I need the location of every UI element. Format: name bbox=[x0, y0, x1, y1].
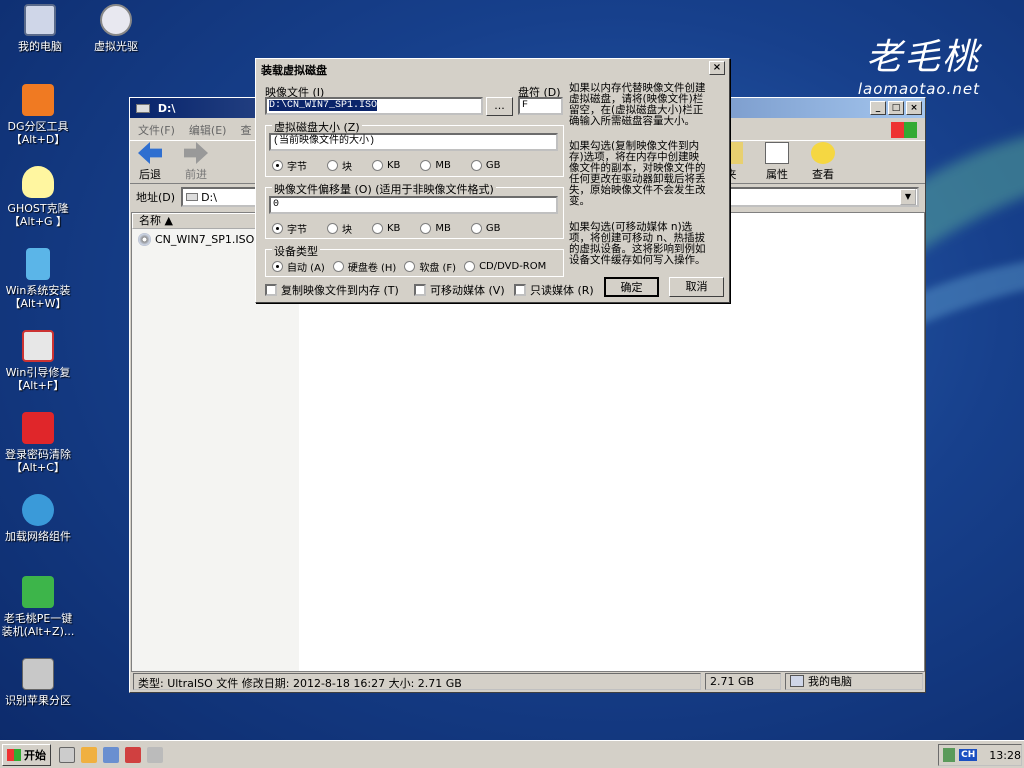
hard-drive-icon bbox=[22, 658, 54, 690]
menu-edit[interactable]: 编辑(E) bbox=[189, 122, 227, 137]
tools-icon[interactable] bbox=[125, 746, 141, 763]
windows-logo-icon bbox=[7, 748, 21, 761]
offset-radio-kb[interactable]: KB bbox=[372, 221, 400, 236]
offset-radio-mb[interactable]: MB bbox=[420, 221, 451, 236]
cancel-button[interactable]: 取消 bbox=[669, 277, 724, 297]
maximize-button[interactable]: □ bbox=[888, 101, 904, 115]
iso-disc-icon bbox=[138, 233, 151, 246]
dialog-title: 装载虚拟磁盘 bbox=[261, 64, 327, 77]
drive-letter-input[interactable]: F bbox=[518, 97, 563, 115]
computer-icon bbox=[790, 675, 804, 687]
removable-media-checkbox[interactable]: 可移动媒体 (V) bbox=[414, 282, 505, 298]
drive-icon bbox=[136, 103, 150, 113]
disk-size-units: 字节 块 KB MB GB bbox=[272, 158, 521, 173]
dialog-titlebar[interactable]: 装载虚拟磁盘 × bbox=[256, 59, 729, 78]
start-button[interactable]: 开始 bbox=[2, 743, 51, 766]
taskbar: 开始 CH 13:28 bbox=[0, 740, 1024, 768]
system-tray: CH 13:28 bbox=[938, 744, 1022, 766]
unit-radio-gb[interactable]: GB bbox=[470, 158, 501, 173]
view-button[interactable]: 查看 bbox=[811, 142, 835, 182]
desktop-icon-virtual-drive[interactable]: 虚拟光驱 bbox=[78, 4, 154, 53]
minimize-button[interactable]: _ bbox=[870, 101, 886, 115]
offset-radio-gb[interactable]: GB bbox=[470, 221, 501, 236]
readonly-media-checkbox[interactable]: 只读媒体 (R) bbox=[514, 282, 594, 298]
view-icon bbox=[811, 142, 835, 164]
address-label: 地址(D) bbox=[136, 191, 176, 204]
unit-radio-kb[interactable]: KB bbox=[372, 158, 400, 173]
help-text-memory: 如果以内存代替映像文件创建 虚拟磁盘，请将(映像文件)栏 留空，在(虚拟磁盘大小… bbox=[569, 82, 706, 127]
eraser-icon[interactable] bbox=[147, 746, 163, 763]
dialog-close-button[interactable]: × bbox=[709, 61, 725, 75]
unit-radio-byte[interactable]: 字节 bbox=[272, 158, 307, 173]
language-indicator[interactable]: CH bbox=[959, 749, 978, 761]
status-size: 2.71 GB bbox=[705, 672, 781, 690]
device-radio-hdd[interactable]: 硬盘卷 (H) bbox=[332, 259, 396, 274]
disk-size-group: 虚拟磁盘大小 (Z) (当前映像文件的大小) 字节 块 KB MB GB bbox=[265, 119, 564, 177]
desktop-icon-one-click-install[interactable]: 老毛桃PE一键 装机(Alt+Z)... bbox=[0, 576, 76, 638]
quick-launch bbox=[59, 746, 163, 763]
globe-network-icon bbox=[22, 494, 54, 526]
status-bar: 类型: UltraISO 文件 修改日期: 2012-8-18 16:27 大小… bbox=[131, 671, 925, 691]
back-button[interactable]: 后退 bbox=[138, 142, 162, 182]
printer-icon[interactable] bbox=[59, 746, 75, 763]
window-title: D:\ bbox=[157, 101, 176, 115]
windows-flag-icon bbox=[891, 122, 917, 138]
desktop-icon-ghost[interactable]: GHOST克隆 【Alt+G 】 bbox=[0, 166, 76, 228]
desktop-icon-password-clear[interactable]: 登录密码清除 【Alt+C】 bbox=[0, 412, 76, 474]
help-text-copy: 如果勾选(复制映像文件到内 存)选项，将在内存中创建映 像文件的副本，对映像文件… bbox=[569, 140, 706, 207]
screenshot-icon[interactable] bbox=[103, 746, 119, 763]
drive-icon bbox=[186, 193, 199, 201]
desktop-icon-dg-partition[interactable]: DG分区工具 【Alt+D】 bbox=[0, 84, 76, 146]
desktop-icon-boot-repair[interactable]: Win引导修复 【Alt+F】 bbox=[0, 330, 76, 392]
copy-to-memory-checkbox[interactable]: 复制映像文件到内存 (T) bbox=[265, 282, 399, 298]
first-aid-kit-icon bbox=[22, 330, 54, 362]
menu-file[interactable]: 文件(F) bbox=[138, 122, 175, 137]
unit-radio-block[interactable]: 块 bbox=[327, 158, 352, 173]
forward-arrow-icon bbox=[184, 142, 208, 164]
offset-radio-byte[interactable]: 字节 bbox=[272, 221, 307, 236]
close-button[interactable]: × bbox=[906, 101, 922, 115]
laomaotao-logo: 老毛桃 laomaotao.net bbox=[857, 37, 980, 98]
menu-view[interactable]: 查 bbox=[240, 122, 251, 137]
offset-radio-block[interactable]: 块 bbox=[327, 221, 352, 236]
nt-password-key-icon bbox=[22, 412, 54, 444]
properties-button[interactable]: 属性 bbox=[765, 142, 789, 182]
offset-input[interactable]: 0 bbox=[269, 196, 558, 214]
win-install-icon bbox=[26, 248, 50, 280]
device-type-group: 设备类型 自动 (A) 硬盘卷 (H) 软盘 (F) CD/DVD-ROM bbox=[265, 243, 564, 277]
status-location: 我的电脑 bbox=[785, 672, 923, 690]
status-info: 类型: UltraISO 文件 修改日期: 2012-8-18 16:27 大小… bbox=[133, 672, 701, 690]
desktop-icon-apple-partition[interactable]: 识别苹果分区 bbox=[0, 658, 76, 707]
dg-partition-icon bbox=[22, 84, 54, 116]
image-file-input[interactable]: D:\CN_WIN7_SP1.ISO bbox=[265, 97, 483, 115]
help-text-removable: 如果勾选(可移动媒体 n)选 项，将创建可移动 n、热插拔 的虚拟设备。这将影响… bbox=[569, 221, 706, 266]
device-types: 自动 (A) 硬盘卷 (H) 软盘 (F) CD/DVD-ROM bbox=[272, 259, 546, 274]
computer-icon bbox=[24, 4, 56, 36]
disk-size-input[interactable]: (当前映像文件的大小) bbox=[269, 133, 558, 151]
clock: 13:28 bbox=[989, 748, 1021, 762]
browse-button[interactable]: ... bbox=[486, 97, 513, 116]
mount-virtual-disk-dialog[interactable]: 装载虚拟磁盘 × 映像文件 (I) D:\CN_WIN7_SP1.ISO ...… bbox=[255, 58, 730, 303]
back-arrow-icon bbox=[138, 142, 162, 164]
search-folder-icon[interactable] bbox=[81, 746, 97, 763]
offset-units: 字节 块 KB MB GB bbox=[272, 221, 521, 236]
file-item[interactable]: CN_WIN7_SP1.ISO bbox=[138, 233, 254, 246]
desktop-icon-win-install[interactable]: Win系统安装 【Alt+W】 bbox=[0, 248, 76, 310]
address-dropdown-button[interactable]: ▼ bbox=[900, 189, 916, 205]
device-radio-floppy[interactable]: 软盘 (F) bbox=[404, 259, 456, 274]
desktop-icon-network[interactable]: 加载网络组件 bbox=[0, 494, 76, 543]
properties-icon bbox=[765, 142, 789, 164]
forward-button[interactable]: 前进 bbox=[184, 142, 208, 182]
device-radio-auto[interactable]: 自动 (A) bbox=[272, 259, 325, 274]
laomaotao-install-icon bbox=[22, 576, 54, 608]
ghost-icon bbox=[22, 166, 54, 198]
unit-radio-mb[interactable]: MB bbox=[420, 158, 451, 173]
desktop-icon-my-computer[interactable]: 我的电脑 bbox=[2, 4, 78, 53]
offset-group: 映像文件偏移量 (O) (适用于非映像文件格式) 0 字节 块 KB MB GB bbox=[265, 181, 564, 239]
ok-button[interactable]: 确定 bbox=[604, 277, 659, 297]
network-tray-icon[interactable] bbox=[943, 748, 956, 762]
virtual-cd-icon bbox=[100, 4, 132, 36]
device-radio-cdrom[interactable]: CD/DVD-ROM bbox=[464, 259, 546, 274]
